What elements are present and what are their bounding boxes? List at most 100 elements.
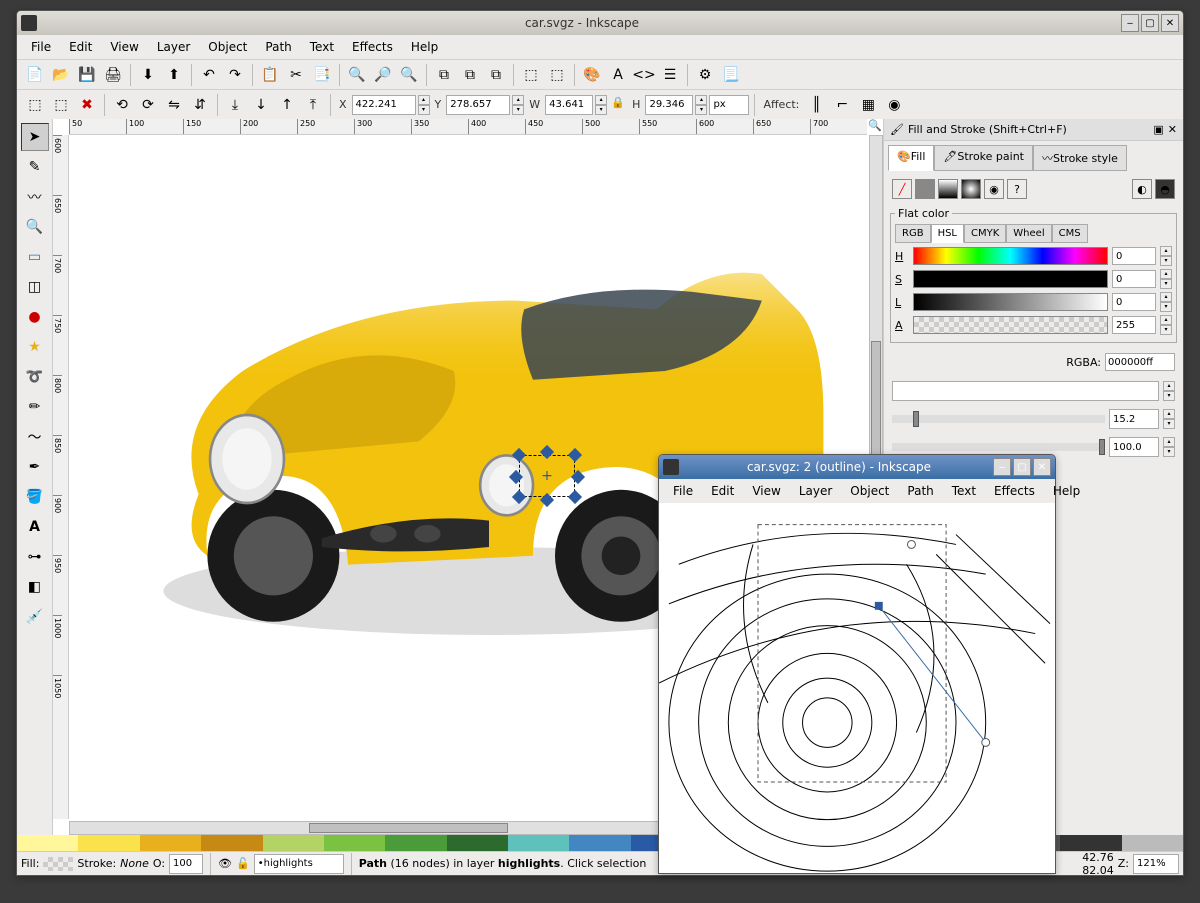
lock-icon[interactable]: 🔒 [609, 96, 627, 114]
outline-menu-effects[interactable]: Effects [986, 482, 1043, 500]
colortab-wheel[interactable]: Wheel [1006, 224, 1051, 243]
colortab-hsl[interactable]: HSL [931, 224, 964, 243]
swatch[interactable] [447, 835, 508, 851]
print-icon[interactable]: 🖨 [101, 63, 125, 87]
cut-icon[interactable]: ✂ [284, 63, 308, 87]
zoom-draw-icon[interactable]: 🔎 [371, 63, 395, 87]
new-doc-icon[interactable]: 📄 [23, 63, 47, 87]
main-titlebar[interactable]: car.svgz - Inkscape ‒ ▢ ✕ [17, 11, 1183, 35]
swatch[interactable] [324, 835, 385, 851]
panel-undock-icon[interactable]: ▣ [1153, 123, 1163, 136]
slider-val-1[interactable]: 15.2 [1109, 409, 1159, 429]
outline-menu-layer[interactable]: Layer [791, 482, 840, 500]
xml-icon[interactable]: <> [632, 63, 656, 87]
swatch[interactable] [17, 835, 78, 851]
affect-pattern-icon[interactable]: ◉ [882, 93, 906, 117]
select-all-icon[interactable]: ⬚ [23, 93, 47, 117]
ellipse-tool[interactable]: ● [21, 303, 49, 331]
outline-menu-view[interactable]: View [744, 482, 788, 500]
spiral-tool[interactable]: ➰ [21, 363, 49, 391]
fill-pattern-button[interactable]: ◉ [984, 179, 1004, 199]
align-icon[interactable]: ☰ [658, 63, 682, 87]
redo-icon[interactable]: ↷ [223, 63, 247, 87]
slider-1[interactable] [892, 415, 1105, 423]
text-props-icon[interactable]: A [606, 63, 630, 87]
save-icon[interactable]: 💾 [75, 63, 99, 87]
selection-box[interactable]: + [519, 455, 575, 497]
duplicate-icon[interactable]: ⧉ [432, 63, 456, 87]
outline-maximize-button[interactable]: ▢ [1013, 458, 1031, 476]
swatch[interactable] [569, 835, 630, 851]
x-input[interactable]: 422.241 [352, 95, 416, 115]
hue-slider[interactable] [913, 247, 1108, 265]
light-input[interactable]: 0 [1112, 293, 1156, 311]
zoom-corner-icon[interactable]: 🔍 [867, 119, 883, 135]
export-icon[interactable]: ⬆ [162, 63, 186, 87]
lower-bottom-icon[interactable]: ⤓ [223, 93, 247, 117]
panel-close-icon[interactable]: ✕ [1168, 123, 1177, 136]
zoom-page-icon[interactable]: 🔍 [397, 63, 421, 87]
fill-rule-even-button[interactable]: ◐ [1132, 179, 1152, 199]
swatch[interactable] [201, 835, 262, 851]
fill-linear-button[interactable] [938, 179, 958, 199]
outline-titlebar[interactable]: car.svgz: 2 (outline) - Inkscape ‒ ▢ ✕ [659, 455, 1055, 479]
tweak-tool[interactable]: 〰 [21, 183, 49, 211]
swatch[interactable] [508, 835, 569, 851]
fill-radial-button[interactable] [961, 179, 981, 199]
h-input[interactable]: 29.346 [645, 95, 693, 115]
zoom-tool[interactable]: 🔍 [21, 213, 49, 241]
w-input[interactable]: 43.641 [545, 95, 593, 115]
swatch[interactable] [1060, 835, 1121, 851]
ungroup-icon[interactable]: ⬚ [545, 63, 569, 87]
affect-stroke-icon[interactable]: ║ [804, 93, 828, 117]
outline-menu-help[interactable]: Help [1045, 482, 1088, 500]
outline-menu-file[interactable]: File [665, 482, 701, 500]
gradient-tool[interactable]: ◧ [21, 573, 49, 601]
layer-lock-icon[interactable]: 🔓 [236, 857, 250, 870]
menu-text[interactable]: Text [302, 38, 342, 56]
colortab-cms[interactable]: CMS [1052, 224, 1088, 243]
undo-icon[interactable]: ↶ [197, 63, 221, 87]
import-icon[interactable]: ⬇ [136, 63, 160, 87]
copy-icon[interactable]: 📋 [258, 63, 282, 87]
unlink-icon[interactable]: ⧉ [484, 63, 508, 87]
dropper-tool[interactable]: 💉 [21, 603, 49, 631]
flip-h-icon[interactable]: ⇋ [162, 93, 186, 117]
alpha-input[interactable]: 255 [1112, 316, 1156, 334]
opacity-input[interactable]: 100 [169, 854, 203, 874]
fill-indicator[interactable] [43, 857, 73, 871]
menu-layer[interactable]: Layer [149, 38, 198, 56]
prefs-icon[interactable]: ⚙ [693, 63, 717, 87]
close-button[interactable]: ✕ [1161, 14, 1179, 32]
outline-menu-object[interactable]: Object [842, 482, 897, 500]
colortab-cmyk[interactable]: CMYK [964, 224, 1006, 243]
menu-path[interactable]: Path [257, 38, 299, 56]
connector-tool[interactable]: ⊶ [21, 543, 49, 571]
tab-fill[interactable]: 🎨Fill [888, 145, 934, 171]
hue-input[interactable]: 0 [1112, 247, 1156, 265]
fill-none-button[interactable]: ╱ [892, 179, 912, 199]
outline-menu-text[interactable]: Text [944, 482, 984, 500]
stroke-indicator[interactable]: None [120, 857, 149, 870]
sat-slider[interactable] [913, 270, 1108, 288]
minimize-button[interactable]: ‒ [1121, 14, 1139, 32]
fill-stroke-icon[interactable]: 🎨 [580, 63, 604, 87]
3dbox-tool[interactable]: ◫ [21, 273, 49, 301]
outline-menu-edit[interactable]: Edit [703, 482, 742, 500]
affect-corner-icon[interactable]: ⌐ [830, 93, 854, 117]
bucket-tool[interactable]: 🪣 [21, 483, 49, 511]
lower-icon[interactable]: ↓ [249, 93, 273, 117]
swatch[interactable] [385, 835, 446, 851]
bezier-tool[interactable]: 〜 [21, 423, 49, 451]
flip-v-icon[interactable]: ⇵ [188, 93, 212, 117]
outline-canvas[interactable] [659, 503, 1055, 873]
tab-stroke-style[interactable]: 〰Stroke style [1033, 145, 1127, 171]
open-icon[interactable]: 📂 [49, 63, 73, 87]
affect-gradient-icon[interactable]: ▦ [856, 93, 880, 117]
layer-visibility-icon[interactable]: 👁 [218, 857, 232, 870]
fill-flat-button[interactable] [915, 179, 935, 199]
node-tool[interactable]: ✎ [21, 153, 49, 181]
tab-stroke-paint[interactable]: 🖊Stroke paint [934, 145, 1033, 171]
blur-dropdown[interactable] [892, 381, 1159, 401]
colortab-rgb[interactable]: RGB [895, 224, 931, 243]
